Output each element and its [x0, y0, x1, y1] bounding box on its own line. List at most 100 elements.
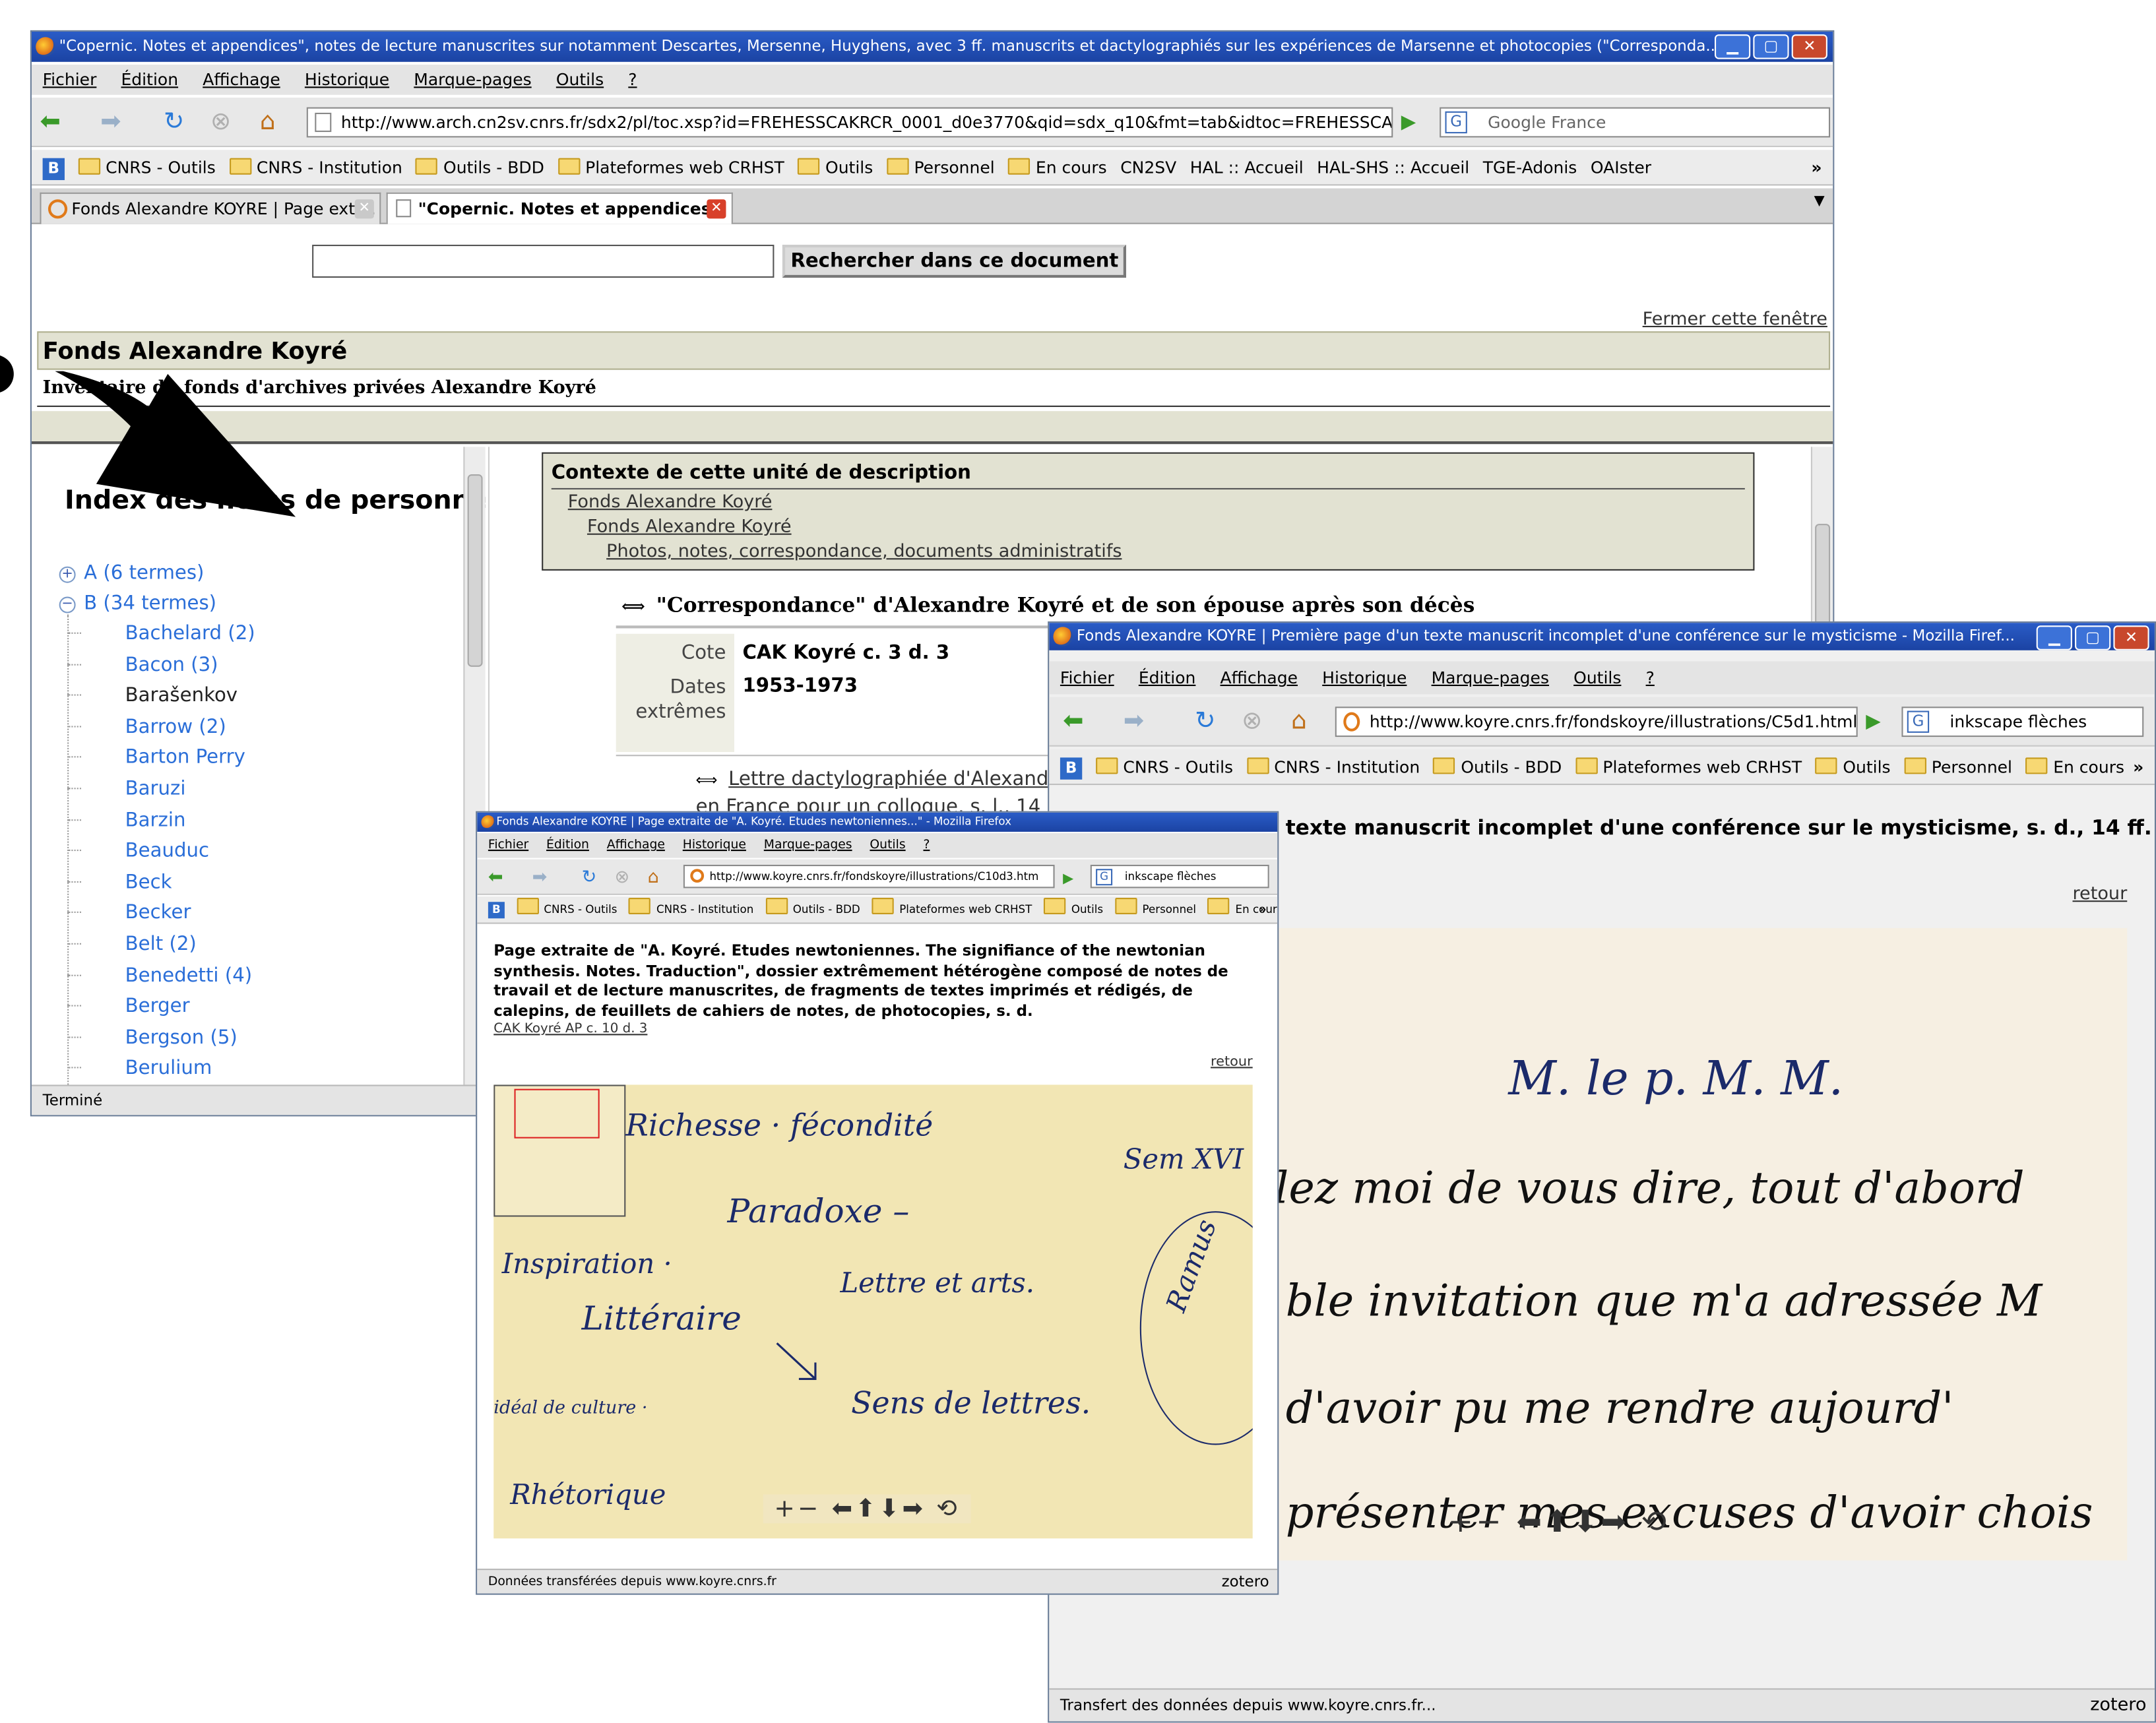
menu-fichier[interactable]: Fichier [488, 838, 528, 852]
win2-cote-link[interactable]: CAK Koyré AP c. 10 d. 3 [493, 1022, 647, 1037]
tree-leaf-item[interactable]: Barrow (2) [67, 716, 239, 738]
tree-leaf-item[interactable]: Berulium [67, 1058, 226, 1080]
back-arrow-icon[interactable]: ⬅ [40, 108, 60, 137]
menu-marque-pages[interactable]: Marque-pages [414, 70, 531, 89]
tree-leaf-item[interactable]: Berger [67, 995, 203, 1018]
win2-manuscript-image[interactable]: Richesse · fécondité Paradoxe – Inspirat… [493, 1084, 1253, 1539]
thumbnail-viewport[interactable] [514, 1088, 600, 1139]
stop-icon[interactable]: ⊗ [615, 865, 630, 893]
bookmark-item[interactable]: CNRS - Outils [517, 903, 617, 916]
menu-affichage[interactable]: Affichage [1221, 668, 1298, 687]
bookmark-item[interactable]: Plateformes web CRHST [872, 903, 1032, 916]
menu-marque-pages[interactable]: Marque-pages [1432, 668, 1549, 687]
stop-icon[interactable]: ⊗ [210, 108, 231, 137]
menu-historique[interactable]: Historique [1322, 668, 1407, 687]
tree-leaf-item[interactable]: Beauduc [67, 840, 223, 862]
tree-leaf-item[interactable]: Bachelard (2) [67, 623, 269, 644]
win3-zoom-pan-tools[interactable]: +− ⬅⬆⬇➡ ⟲ [1448, 1505, 1670, 1540]
menu-historique[interactable]: Historique [683, 838, 746, 852]
menu-help[interactable]: ? [1646, 668, 1655, 687]
maximize-icon[interactable]: ▢ [1753, 34, 1789, 59]
forward-arrow-icon[interactable]: ➡ [532, 865, 548, 893]
menu-marque-pages[interactable]: Marque-pages [764, 838, 852, 852]
win2-retour-link[interactable]: retour [1211, 1055, 1253, 1070]
win2-zoom-pan-tools[interactable]: +− ⬅⬆⬇➡ ⟲ [763, 1494, 971, 1524]
child-record-link[interactable]: Lettre dactylographiée d'Alexandre [728, 768, 1068, 790]
bookmark-item[interactable]: En cours [1208, 903, 1278, 916]
menu-fichier[interactable]: Fichier [43, 70, 97, 89]
bookmark-item[interactable]: Plateformes web CRHST [557, 158, 784, 177]
context-link-photos[interactable]: Photos, notes, correspondance, documents… [606, 542, 1122, 562]
bookmark-item[interactable]: HAL :: Accueil [1190, 158, 1304, 177]
tree-leaf-item[interactable]: Beck [67, 871, 185, 893]
close-icon[interactable]: ✕ [2113, 625, 2149, 650]
reload-icon[interactable]: ↻ [1195, 707, 1215, 736]
main-url-bar[interactable]: http://www.arch.cn2sv.cnrs.fr/sdx2/pl/to… [306, 107, 1393, 138]
tree-leaf-item[interactable]: Baruzi [67, 778, 199, 800]
bookmark-item[interactable]: Outils [1044, 903, 1103, 916]
bookmark-item[interactable]: En cours [2026, 757, 2124, 776]
menu-outils[interactable]: Outils [556, 70, 604, 89]
menu-outils[interactable]: Outils [870, 838, 905, 852]
document-search-button[interactable]: Rechercher dans ce document [782, 244, 1127, 278]
bookmarks-b-icon[interactable]: B [1060, 757, 1083, 779]
tree-leaf-item[interactable]: Bergson (5) [67, 1026, 251, 1049]
expand-arrows-icon[interactable]: ⟺ [696, 771, 718, 789]
menu-edition[interactable]: Édition [1139, 668, 1196, 687]
reload-icon[interactable]: ↻ [164, 108, 184, 137]
bookmark-item[interactable]: HAL-SHS :: Accueil [1317, 158, 1469, 177]
go-arrow-icon[interactable]: ▶ [1866, 708, 1880, 736]
bookmark-item[interactable]: Personnel [887, 158, 994, 177]
menu-help[interactable]: ? [628, 70, 637, 89]
zotero-icon[interactable]: zotero [1222, 1570, 1269, 1593]
win3-web-search-input[interactable]: G inkscape flèches [1901, 706, 2144, 737]
bookmark-item[interactable]: En cours [1008, 158, 1107, 177]
index-scrollbar-thumb[interactable] [467, 474, 483, 667]
home-icon[interactable]: ⌂ [1291, 707, 1307, 736]
child-record[interactable]: ⟺ Lettre dactylographiée d'Alexandre [696, 768, 1068, 790]
tree-leaf-item[interactable]: Benedetti (4) [67, 964, 266, 987]
tree-node-b[interactable]: − B (34 termes) [59, 592, 216, 615]
win3-url-bar[interactable]: http://www.koyre.cnrs.fr/fondskoyre/illu… [1335, 706, 1858, 737]
forward-arrow-icon[interactable]: ➡ [100, 108, 121, 137]
tab-close-icon[interactable]: ✕ [354, 199, 374, 219]
bookmark-item[interactable]: CNRS - Outils [78, 158, 216, 177]
maximize-icon[interactable]: ▢ [2075, 625, 2111, 650]
tree-leaf-item[interactable]: Bacon (3) [67, 654, 232, 676]
menu-edition[interactable]: Édition [546, 838, 589, 852]
win3-manuscript-image[interactable]: M. le p. M. M. lez moi de vous dire, tou… [1275, 927, 2128, 1561]
menu-outils[interactable]: Outils [1573, 668, 1621, 687]
tree-leaf-item[interactable]: Barzin [67, 809, 199, 831]
main-web-search-input[interactable]: G Google France [1440, 107, 1831, 138]
tree-leaf-item[interactable]: Belt (2) [67, 933, 210, 956]
tree-leaf-item[interactable]: Barton Perry [67, 747, 259, 769]
win2-title-bar[interactable]: Fonds Alexandre KOYRE | Page extraite de… [477, 812, 1278, 832]
bookmark-item[interactable]: Plateformes web CRHST [1575, 757, 1802, 776]
menu-help[interactable]: ? [923, 838, 930, 852]
bookmark-item[interactable]: CNRS - Institution [229, 158, 402, 177]
forward-arrow-icon[interactable]: ➡ [1124, 707, 1144, 736]
bookmark-item[interactable]: CNRS - Institution [629, 903, 753, 916]
menu-edition[interactable]: Édition [121, 70, 179, 89]
go-arrow-icon[interactable]: ▶ [1063, 866, 1073, 894]
tree-leaf-item[interactable]: Becker [67, 902, 205, 924]
bookmark-item[interactable]: CNRS - Outils [1096, 757, 1233, 776]
reload-icon[interactable]: ↻ [582, 865, 597, 893]
bookmark-item[interactable]: Outils - BDD [1434, 757, 1562, 776]
tree-node-a[interactable]: + A (6 termes) [59, 562, 204, 584]
bookmarks-b-icon[interactable]: B [42, 157, 65, 179]
bookmark-item[interactable]: Personnel [1904, 757, 2012, 776]
win2-web-search-input[interactable]: G inkscape flèches [1090, 864, 1269, 889]
menu-affichage[interactable]: Affichage [607, 838, 665, 852]
bookmarks-b-icon[interactable]: B [488, 901, 505, 918]
close-icon[interactable]: ✕ [1791, 34, 1827, 59]
tab-copernic[interactable]: "Copernic. Notes et appendices", ... ✕ [386, 192, 733, 224]
bookmark-item[interactable]: Outils - BDD [416, 158, 544, 177]
home-icon[interactable]: ⌂ [260, 108, 276, 137]
menu-historique[interactable]: Historique [305, 70, 389, 89]
tab-list-icon[interactable]: ▼ [1814, 194, 1825, 209]
bookmark-item[interactable]: CN2SV [1120, 158, 1176, 177]
context-link-fonds-1[interactable]: Fonds Alexandre Koyré [568, 492, 773, 513]
menu-affichage[interactable]: Affichage [203, 70, 280, 89]
bookmark-item[interactable]: TGE-Adonis [1483, 158, 1577, 177]
